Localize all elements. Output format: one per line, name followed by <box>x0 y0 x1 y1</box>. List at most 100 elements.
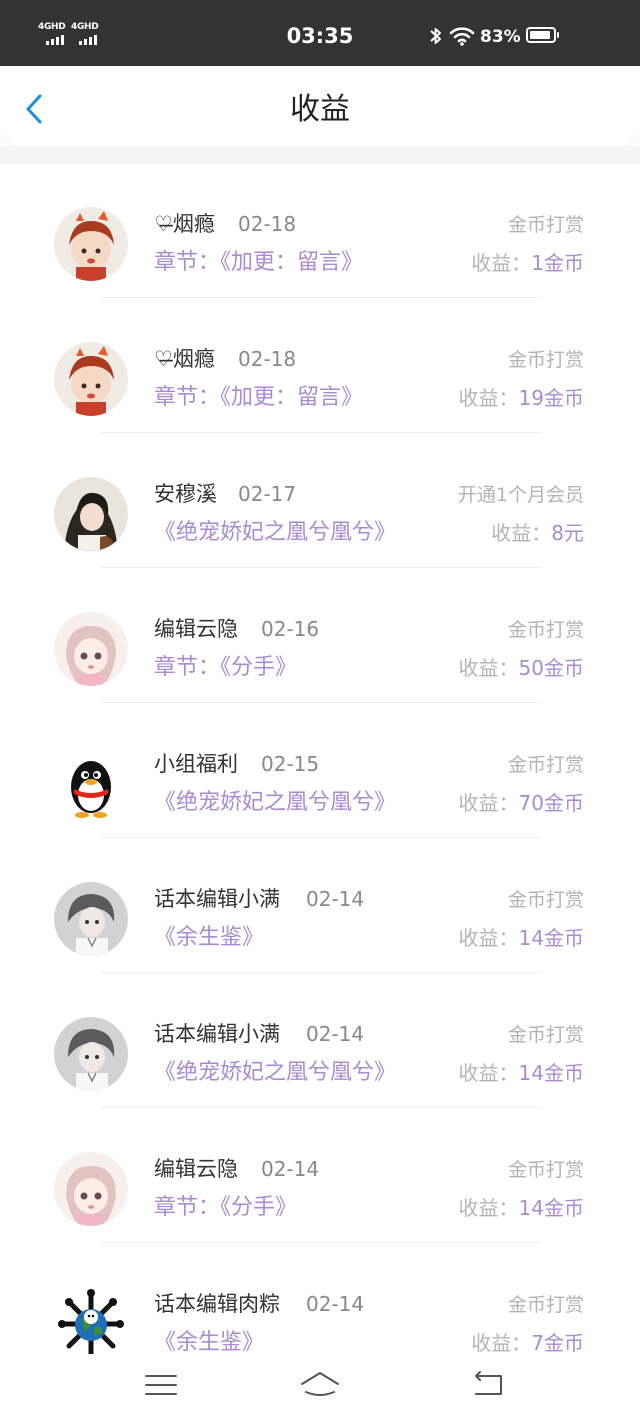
divider <box>102 837 542 838</box>
earning-amount: 收益：19金币 <box>459 383 584 413</box>
work-title[interactable]: 《余生鉴》 <box>154 1328 264 1354</box>
sender-name: 话本编辑小满 <box>154 887 280 911</box>
earning-amount: 收益：8元 <box>491 518 584 548</box>
earning-amount: 收益：50金币 <box>459 653 584 683</box>
globe-avatar[interactable] <box>54 1287 128 1354</box>
pink-girl-avatar[interactable] <box>54 1152 128 1226</box>
work-title[interactable]: 《余生鉴》 <box>154 923 264 953</box>
page-title: 收益 <box>290 92 350 127</box>
page-header: 收益 <box>0 66 640 146</box>
cartoon-girl-avatar[interactable] <box>54 207 128 281</box>
earning-value: 8元 <box>551 521 584 545</box>
divider <box>102 567 542 568</box>
header-separator <box>0 146 640 164</box>
list-item[interactable]: 话本编辑小满 02-14 《绝宠娇妃之凰兮凰兮》 金币打赏 收益：14金币 <box>0 974 640 1109</box>
sender-name: ♡̶烟瘾 <box>154 212 215 236</box>
sender-name: 话本编辑小满 <box>154 1022 280 1046</box>
earning-amount: 收益：1金币 <box>471 248 584 278</box>
earning-label: 收益： <box>458 656 519 680</box>
earning-value: 14金币 <box>518 926 584 950</box>
record-type: 金币打赏 <box>507 214 584 236</box>
record-type: 金币打赏 <box>507 1159 584 1181</box>
cartoon-girl-avatar[interactable] <box>54 342 128 416</box>
sender-name: 编辑云隐 <box>154 1157 238 1181</box>
record-type: 金币打赏 <box>507 349 584 371</box>
record-date: 02-18 <box>238 347 297 371</box>
work-title[interactable]: 章节：《分手》 <box>154 653 297 683</box>
record-date: 02-17 <box>238 482 297 506</box>
list-item[interactable]: 话本编辑小满 02-14 《余生鉴》 金币打赏 收益：14金币 <box>0 839 640 974</box>
home-icon[interactable] <box>300 1368 340 1402</box>
earning-label: 收益： <box>471 251 532 275</box>
earning-value: 14金币 <box>518 1196 584 1220</box>
work-title[interactable]: 章节：《加更：留言》 <box>154 248 363 278</box>
work-title[interactable]: 《绝宠娇妃之凰兮凰兮》 <box>154 518 396 548</box>
work-title[interactable]: 《绝宠娇妃之凰兮凰兮》 <box>154 1058 396 1088</box>
earning-value: 14金币 <box>518 1061 584 1085</box>
earning-amount: 收益：14金币 <box>459 1058 584 1088</box>
sender-name: ♡̶烟瘾 <box>154 347 215 371</box>
earning-amount: 收益：14金币 <box>459 923 584 953</box>
grey-boy-avatar[interactable] <box>54 882 128 956</box>
record-type: 金币打赏 <box>507 619 584 641</box>
earning-label: 收益： <box>458 1061 519 1085</box>
list-item[interactable]: ♡̶烟瘾 02-18 章节：《加更：留言》 金币打赏 收益：19金币 <box>0 299 640 434</box>
sender-name: 安穆溪 <box>154 482 217 506</box>
divider <box>102 1242 542 1243</box>
battery-percent: 83% <box>480 27 521 47</box>
earning-label: 收益： <box>491 521 552 545</box>
earning-amount: 收益：70金币 <box>459 788 584 818</box>
sender-name: 小组福利 <box>154 752 238 776</box>
earning-label: 收益： <box>458 791 519 815</box>
grey-boy-avatar[interactable] <box>54 1017 128 1091</box>
status-bar: 4GHD 4GHD 03:35 83% <box>0 0 640 66</box>
record-type: 开通1个月会员 <box>457 484 584 506</box>
list-item[interactable]: 安穆溪 02-17 《绝宠娇妃之凰兮凰兮》 开通1个月会员 收益：8元 <box>0 434 640 569</box>
divider <box>102 702 542 703</box>
record-date: 02-18 <box>238 212 297 236</box>
list-item[interactable]: 话本编辑肉粽 02-14 《余生鉴》 金币打赏 收益：7金币 <box>0 1244 640 1354</box>
earning-value: 1金币 <box>531 251 584 275</box>
list-item[interactable]: 小组福利 02-15 《绝宠娇妃之凰兮凰兮》 金币打赏 收益：70金币 <box>0 704 640 839</box>
record-date: 02-15 <box>261 752 320 776</box>
wifi-icon <box>449 27 475 46</box>
record-type: 金币打赏 <box>507 1294 584 1316</box>
bluetooth-icon <box>430 28 441 44</box>
record-type: 金币打赏 <box>507 1024 584 1046</box>
earning-label: 收益： <box>458 1196 519 1220</box>
earning-amount: 收益：7金币 <box>471 1328 584 1354</box>
sender-name: 话本编辑肉粽 <box>154 1292 280 1316</box>
work-title[interactable]: 《绝宠娇妃之凰兮凰兮》 <box>154 788 396 818</box>
earning-label: 收益： <box>458 386 519 410</box>
back-nav-icon[interactable] <box>468 1368 508 1402</box>
penguin-avatar[interactable] <box>54 747 128 821</box>
record-date: 02-14 <box>261 1157 320 1181</box>
list-item[interactable]: ♡̶烟瘾 02-18 章节：《加更：留言》 金币打赏 收益：1金币 <box>0 164 640 299</box>
dark-hair-avatar[interactable] <box>54 477 128 551</box>
list-item[interactable]: 编辑云隐 02-14 章节：《分手》 金币打赏 收益：14金币 <box>0 1109 640 1244</box>
divider <box>102 432 542 433</box>
earning-value: 70金币 <box>518 791 584 815</box>
record-date: 02-14 <box>306 1022 365 1046</box>
divider <box>102 297 542 298</box>
work-title[interactable]: 章节：《加更：留言》 <box>154 383 363 413</box>
record-type: 金币打赏 <box>507 889 584 911</box>
earning-value: 7金币 <box>531 1331 584 1354</box>
earnings-list[interactable]: ♡̶烟瘾 02-18 章节：《加更：留言》 金币打赏 收益：1金币 ♡̶烟瘾 0… <box>0 164 640 1354</box>
divider <box>102 1107 542 1108</box>
work-title[interactable]: 章节：《分手》 <box>154 1193 297 1223</box>
record-date: 02-14 <box>306 887 365 911</box>
earning-value: 19金币 <box>518 386 584 410</box>
battery-icon <box>526 27 559 43</box>
menu-icon[interactable] <box>141 1368 181 1402</box>
earning-amount: 收益：14金币 <box>459 1193 584 1223</box>
list-item[interactable]: 编辑云隐 02-16 章节：《分手》 金币打赏 收益：50金币 <box>0 569 640 704</box>
record-date: 02-16 <box>261 617 320 641</box>
record-date: 02-14 <box>306 1292 365 1316</box>
pink-girl-avatar[interactable] <box>54 612 128 686</box>
earning-label: 收益： <box>471 1331 532 1354</box>
earning-label: 收益： <box>458 926 519 950</box>
system-nav-bar <box>0 1354 640 1422</box>
earning-value: 50金币 <box>518 656 584 680</box>
sender-name: 编辑云隐 <box>154 617 238 641</box>
